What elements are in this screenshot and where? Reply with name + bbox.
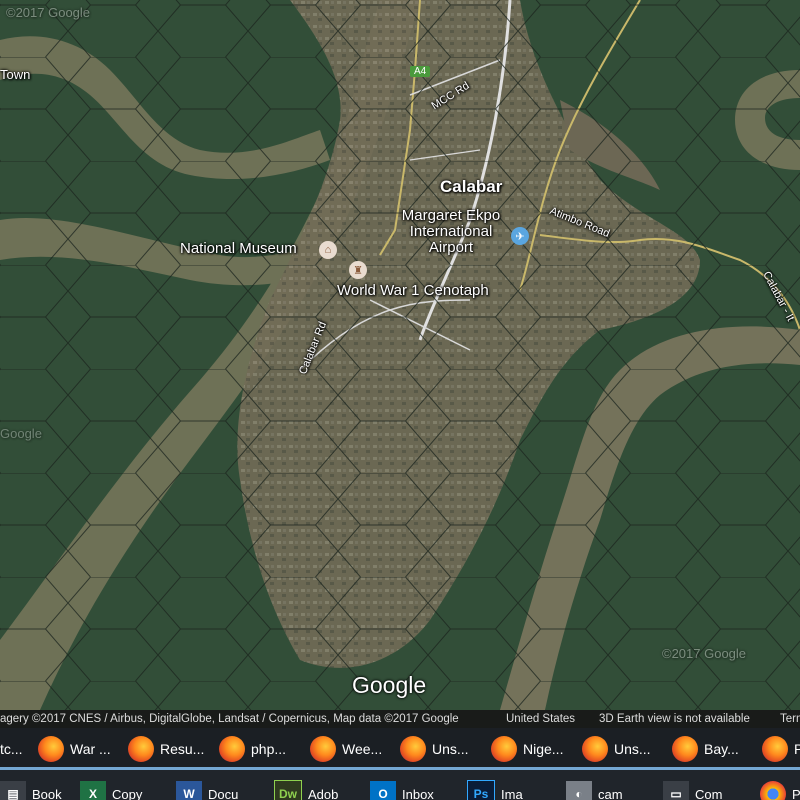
museum-icon[interactable]: ⌂	[319, 241, 337, 259]
taskbar-tab-6[interactable]: Nige...	[491, 734, 563, 764]
taskbar-app-0[interactable]: ▤ Book	[0, 781, 62, 800]
monument-icon[interactable]: ♜	[349, 261, 367, 279]
taskbar-tab-0[interactable]: tc...	[0, 734, 23, 764]
taskbar-app-2[interactable]: W Docu	[176, 781, 239, 800]
region-link[interactable]: United States	[506, 710, 575, 728]
label-calabar[interactable]: Calabar	[440, 178, 502, 196]
firefox-icon	[38, 736, 64, 762]
taskbar-app-1[interactable]: X Copy	[80, 781, 143, 800]
app-taskbar: ▤ Book X Copy W Docu Dw Adob O Inbox Ps Ima ◐ c…	[0, 770, 800, 800]
airport-line1: Margaret Ekpo	[401, 207, 501, 224]
firefox-icon	[310, 736, 336, 762]
airport-icon[interactable]: ✈	[511, 227, 529, 245]
firefox-icon	[762, 736, 788, 762]
taskbar-tab-label: P	[794, 741, 800, 757]
airport-line3: Airport	[428, 238, 474, 256]
taskbar-tab-label: War ...	[70, 741, 111, 757]
label-cenotaph[interactable]: World War 1 Cenotaph	[337, 283, 489, 299]
taskbar-app-5[interactable]: Ps Ima	[467, 780, 523, 800]
computer-icon: ▭	[663, 781, 689, 800]
taskbar-tab-label: Uns...	[614, 741, 651, 757]
label-a4-shield[interactable]: A4	[410, 66, 431, 77]
taskbar-tab-9[interactable]: P	[762, 734, 800, 764]
map-watermark-bottom: ©2017 Google	[662, 646, 747, 661]
taskbar-app-8[interactable]: P	[760, 781, 800, 800]
label-town[interactable]: Town	[0, 68, 30, 82]
taskbar-tab-label: Bay...	[704, 741, 739, 757]
taskbar-app-4[interactable]: O Inbox	[370, 781, 434, 800]
taskbar-app-label: Book	[32, 786, 62, 800]
chrome-icon	[760, 781, 786, 800]
map-imagery	[0, 0, 800, 710]
map-attribution-bar: agery ©2017 CNES / Airbus, DigitalGlobe,…	[0, 710, 800, 728]
outlook-icon: O	[370, 781, 396, 800]
taskbar-tab-2[interactable]: Resu...	[128, 734, 204, 764]
taskbar-tab-5[interactable]: Uns...	[400, 734, 469, 764]
taskbar-app-label: Inbox	[402, 786, 434, 800]
taskbar-app-6[interactable]: ◐ cam	[566, 781, 623, 800]
camera-icon: ◐	[566, 781, 592, 800]
terms-link[interactable]: Terms	[780, 710, 800, 728]
firefox-icon	[400, 736, 426, 762]
firefox-icon	[672, 736, 698, 762]
taskbar-tab-label: Resu...	[160, 741, 205, 757]
taskbar-tab-4[interactable]: Wee...	[310, 734, 382, 764]
photoshop-icon: Ps	[467, 780, 495, 800]
imagery-attribution: agery ©2017 CNES / Airbus, DigitalGlobe,…	[0, 713, 459, 725]
label-airport[interactable]: Margaret Ekpo International Airport	[390, 208, 512, 255]
satellite-map[interactable]: ©2017 Google ©2017 Google Google Town Ca…	[0, 0, 800, 710]
dreamweaver-icon: Dw	[274, 780, 302, 800]
word-icon: W	[176, 781, 202, 800]
google-logo: Google	[352, 672, 427, 698]
label-national-museum[interactable]: National Museum	[180, 241, 297, 257]
taskbar-app-label: Adob	[308, 786, 339, 800]
taskbar-app-label: P	[792, 786, 800, 800]
firefox-icon	[128, 736, 154, 762]
taskbar-tab-label: Wee...	[342, 741, 383, 757]
taskbar-tab-label: php...	[251, 741, 287, 757]
taskbar-tab-3[interactable]: php...	[219, 734, 286, 764]
taskbar-app-label: Docu	[208, 786, 239, 800]
book-icon: ▤	[0, 781, 26, 800]
map-watermark-top: ©2017 Google	[6, 5, 91, 20]
taskbar-tab-8[interactable]: Bay...	[672, 734, 739, 764]
firefox-icon	[219, 736, 245, 762]
firefox-icon	[582, 736, 608, 762]
taskbar-app-label: Ima	[501, 786, 523, 800]
firefox-icon	[491, 736, 517, 762]
earth-view-notice: 3D Earth view is not available	[599, 713, 750, 725]
taskbar-tab-1[interactable]: War ...	[38, 734, 111, 764]
taskbar-app-3[interactable]: Dw Adob	[274, 780, 339, 800]
taskbar-tab-7[interactable]: Uns...	[582, 734, 651, 764]
taskbar-tab-label: tc...	[0, 741, 23, 757]
taskbar-tab-label: Nige...	[523, 741, 564, 757]
taskbar-app-label: cam	[598, 786, 623, 800]
airport-line2: International	[409, 222, 493, 240]
taskbar-tab-label: Uns...	[432, 741, 469, 757]
excel-icon: X	[80, 781, 106, 800]
taskbar-app-label: Com	[695, 786, 723, 800]
map-watermark-left: Google	[0, 426, 42, 441]
taskbar-app-7[interactable]: ▭ Com	[663, 781, 723, 800]
browser-taskbar: tc... War ... Resu... php... Wee... Uns.…	[0, 728, 800, 770]
taskbar-app-label: Copy	[112, 786, 143, 800]
